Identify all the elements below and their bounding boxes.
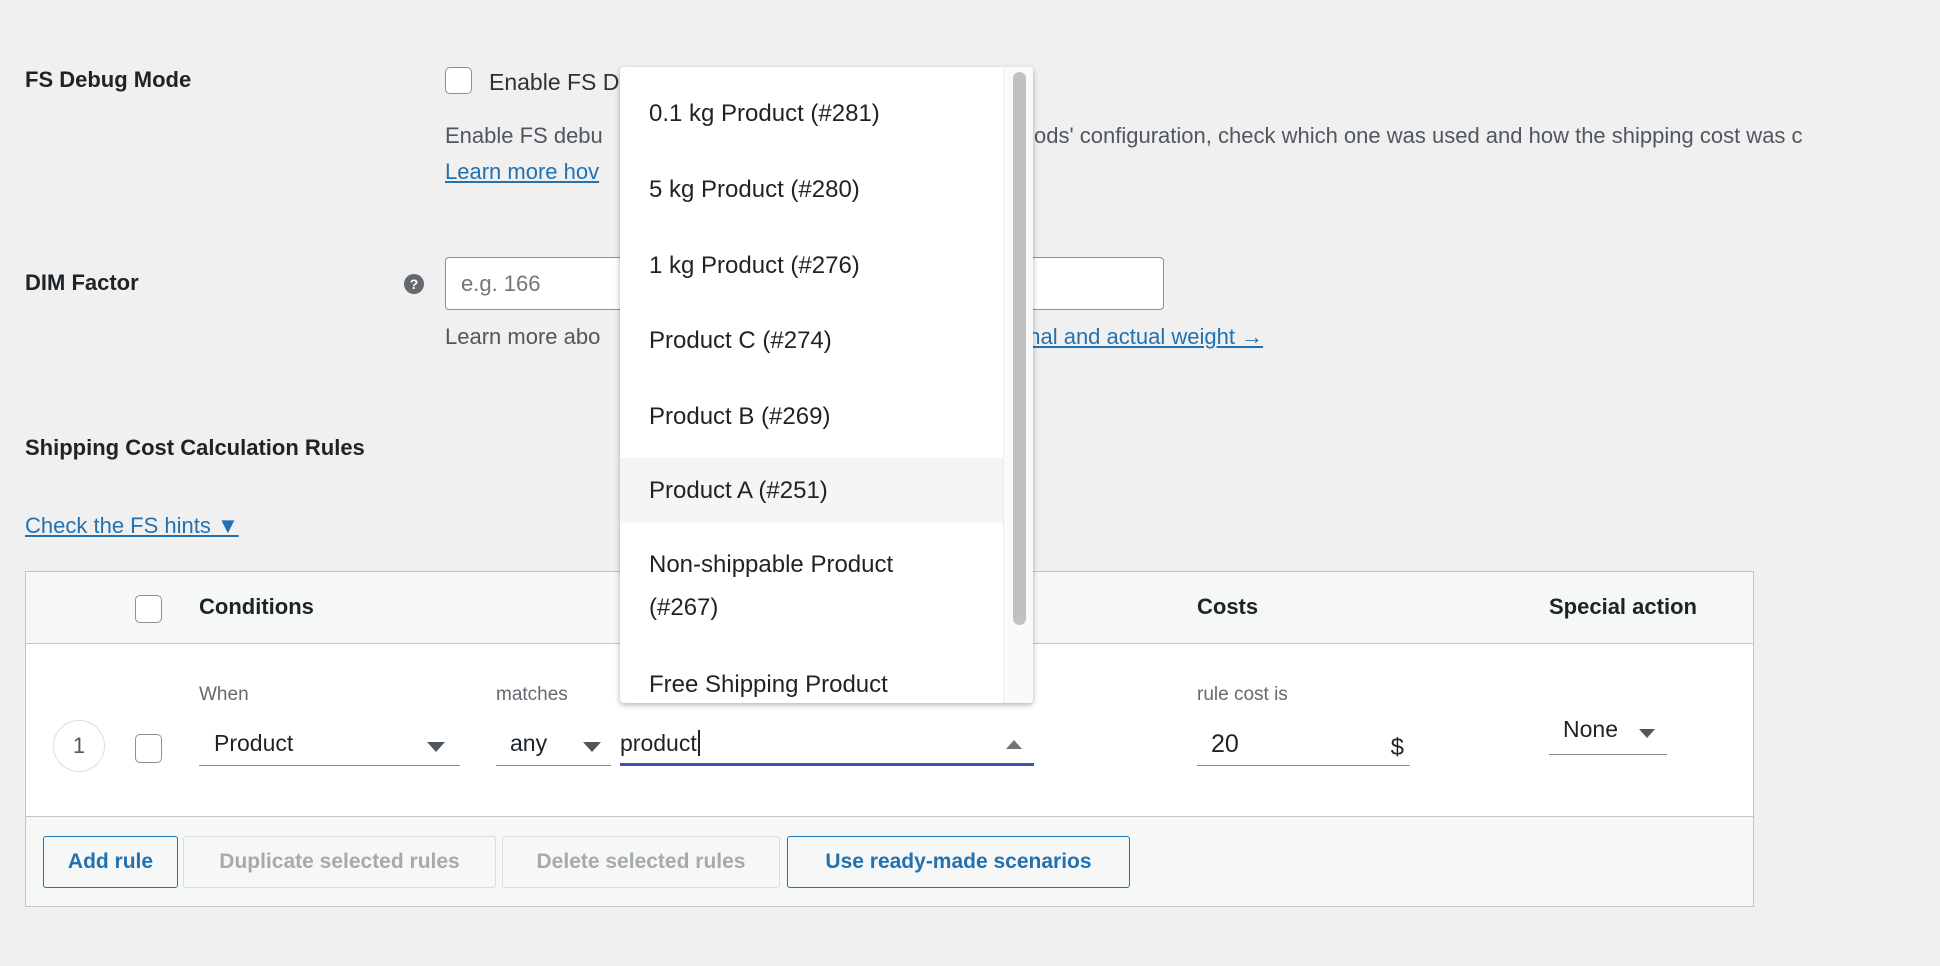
special-action-select[interactable]: None (1549, 712, 1667, 755)
product-search-value: product (620, 730, 697, 756)
dim-factor-description: Learn more abo (445, 324, 601, 349)
dim-factor-label: DIM Factor (25, 270, 139, 295)
when-value: Product (214, 730, 294, 756)
cost-value: 20 (1211, 730, 1239, 758)
fs-debug-description-rest: ods' configuration, check which one was … (1034, 123, 1803, 148)
when-label: When (199, 684, 249, 705)
dropdown-option[interactable]: Free Shipping Product (620, 663, 1003, 703)
cost-input[interactable]: 20 $ (1197, 726, 1410, 766)
product-search-input[interactable]: product (620, 726, 1034, 766)
chevron-up-icon[interactable] (1006, 740, 1022, 749)
rules-section-title: Shipping Cost Calculation Rules (25, 435, 365, 460)
special-action-value: None (1563, 716, 1618, 742)
dropdown-option[interactable]: Non-shippable Product (#267) (620, 543, 950, 629)
header-special-action: Special action (1549, 594, 1697, 619)
ready-made-scenarios-button[interactable]: Use ready-made scenarios (787, 836, 1130, 888)
dropdown-option[interactable]: 0.1 kg Product (#281) (620, 92, 1003, 135)
select-all-checkbox[interactable] (135, 595, 162, 623)
product-dropdown: 0.1 kg Product (#281) 5 kg Product (#280… (620, 67, 1033, 703)
rule-number: 1 (53, 720, 105, 772)
add-rule-button[interactable]: Add rule (43, 836, 178, 888)
dropdown-option[interactable]: 5 kg Product (#280) (620, 168, 1003, 211)
chevron-down-icon (583, 742, 601, 752)
scrollbar-track[interactable] (1003, 67, 1033, 703)
duplicate-rules-button[interactable]: Duplicate selected rules (183, 836, 496, 888)
table-footer: Add rule Duplicate selected rules Delete… (26, 816, 1753, 906)
currency-symbol: $ (1390, 734, 1404, 761)
dropdown-option[interactable]: Product B (#269) (620, 395, 1003, 438)
header-costs: Costs (1197, 594, 1259, 619)
fs-hints-link[interactable]: Check the FS hints ▼ (25, 513, 239, 539)
dropdown-option[interactable]: 1 kg Product (#276) (620, 244, 1003, 287)
question-circle-icon[interactable]: ? (404, 274, 424, 294)
matches-value: any (510, 730, 548, 756)
fs-debug-label: FS Debug Mode (25, 67, 192, 92)
text-cursor (697, 730, 700, 756)
fs-debug-checkbox[interactable] (445, 67, 472, 94)
chevron-down-icon (427, 742, 445, 752)
fs-debug-description: Enable FS debu (445, 123, 603, 148)
dim-factor-learn-more-link[interactable]: onal and actual weight → (1016, 324, 1263, 350)
dropdown-option[interactable]: Product C (#274) (620, 319, 1003, 362)
delete-rules-button[interactable]: Delete selected rules (502, 836, 780, 888)
header-conditions: Conditions (199, 594, 314, 619)
scrollbar-thumb[interactable] (1013, 72, 1026, 625)
fs-debug-learn-more-link[interactable]: Learn more hov (445, 159, 599, 185)
when-select[interactable]: Product (199, 726, 460, 766)
matches-label: matches (496, 684, 568, 705)
cost-label: rule cost is (1197, 684, 1288, 705)
chevron-down-icon (1639, 729, 1655, 738)
dropdown-option-highlighted[interactable]: Product A (#251) (620, 458, 1003, 523)
fs-debug-checkbox-label: Enable FS D (489, 69, 620, 95)
rule-checkbox[interactable] (135, 734, 162, 763)
matches-select[interactable]: any (496, 726, 611, 766)
